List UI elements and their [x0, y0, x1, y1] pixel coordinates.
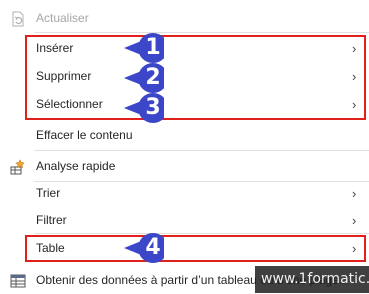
menu-item-label: Effacer le contenu [36, 128, 133, 142]
menu-item-sort[interactable]: Trier › [0, 181, 369, 207]
menu-item-refresh: Actualiser [0, 6, 369, 32]
watermark-text: www.1formatic.fr [261, 271, 369, 287]
highlight-box-group [25, 35, 366, 120]
callout-badge-1: 1 [124, 31, 168, 65]
menu-separator [34, 150, 369, 151]
quick-analysis-icon [10, 159, 26, 175]
menu-item-label: Analyse rapide [36, 159, 116, 173]
menu-separator [34, 233, 369, 234]
menu-item-label: Actualiser [36, 11, 89, 25]
table-data-icon [10, 273, 26, 289]
callout-badge-2: 2 [124, 61, 168, 95]
refresh-doc-icon [10, 11, 26, 27]
callout-badge-3: 3 [124, 91, 168, 125]
chevron-right-icon: › [352, 186, 357, 201]
menu-item-label: Trier [36, 186, 61, 200]
menu-item-label: Filtrer [36, 213, 67, 227]
context-menu: Actualiser Insérer › Supprimer › Sélecti… [0, 0, 369, 293]
chevron-right-icon: › [352, 213, 357, 228]
menu-separator [34, 32, 369, 33]
menu-item-filter[interactable]: Filtrer › [0, 208, 369, 234]
menu-item-clear-contents[interactable]: Effacer le contenu [0, 123, 369, 149]
menu-item-quick-analysis[interactable]: Analyse rapide [0, 154, 369, 180]
watermark: www.1formatic.fr [255, 266, 369, 293]
callout-badge-4: 4 [124, 231, 168, 265]
highlight-box-table [25, 235, 366, 262]
